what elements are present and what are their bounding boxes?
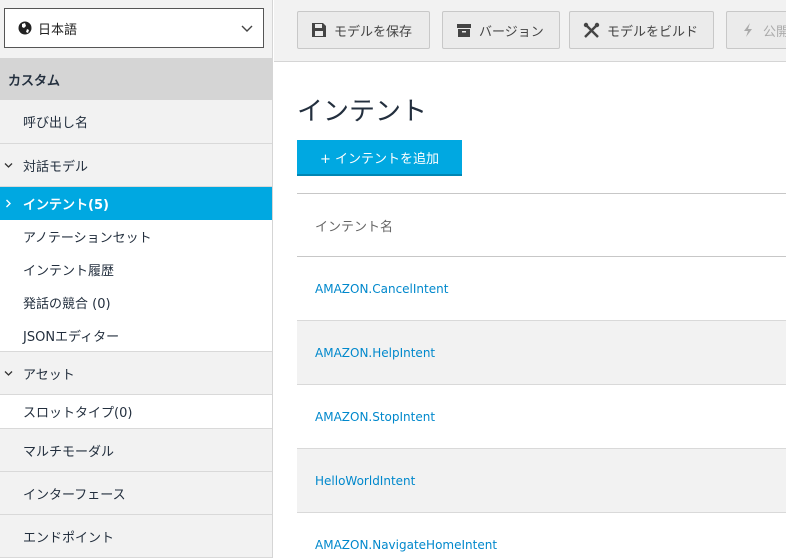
globe-icon — [17, 20, 33, 36]
intent-link[interactable]: AMAZON.StopIntent — [315, 410, 435, 424]
sidebar-item-endpoint[interactable]: エンドポイント — [0, 515, 272, 558]
app-root: 日本語 カスタム 呼び出し名 対話モデル インテント(5) アノテーションセット… — [0, 0, 786, 558]
language-select[interactable]: 日本語 — [4, 8, 264, 48]
add-intent-button[interactable]: + インテントを追加 — [297, 140, 462, 176]
chevron-down-icon — [4, 162, 13, 168]
sidebar-item-label: アセット — [23, 367, 75, 383]
versions-label: バージョン — [479, 24, 544, 40]
language-label: 日本語 — [38, 22, 78, 38]
sidebar-item-label: 対話モデル — [23, 159, 89, 175]
sidebar-item-intents[interactable]: インテント(5) — [0, 187, 272, 220]
chevron-right-icon — [6, 199, 11, 208]
chevron-down-icon — [4, 370, 13, 376]
sidebar-item-label: スロットタイプ(0) — [23, 406, 133, 421]
sidebar-header-custom[interactable]: カスタム — [0, 58, 272, 100]
sidebar-item-assets[interactable]: アセット — [0, 352, 272, 395]
sidebar-item-multimodal[interactable]: マルチモーダル — [0, 429, 272, 472]
sidebar-item-label: JSONエディター — [23, 329, 120, 345]
build-model-label: モデルをビルド — [607, 24, 699, 40]
page-title: インテント — [297, 97, 428, 127]
sidebar-item-label: マルチモーダル — [23, 444, 115, 460]
save-model-button[interactable]: モデルを保存 — [297, 11, 430, 49]
top-toolbar: モデルを保存 バージョン モデルをビルド 公開 — [274, 0, 786, 62]
lightning-icon — [744, 23, 752, 37]
sidebar-item-label: 呼び出し名 — [23, 116, 89, 131]
sidebar-item-intent-history[interactable]: インテント履歴 — [0, 253, 272, 286]
table-row: AMAZON.StopIntent — [297, 385, 786, 449]
table-row: AMAZON.CancelIntent — [297, 257, 786, 321]
sidebar-item-annotation-sets[interactable]: アノテーションセット — [0, 220, 272, 253]
sidebar-item-label: インテント(5) — [23, 198, 109, 213]
sidebar-item-label: アノテーションセット — [23, 231, 152, 246]
intent-link[interactable]: AMAZON.CancelIntent — [315, 282, 448, 296]
save-model-label: モデルを保存 — [334, 24, 413, 40]
publish-button[interactable]: 公開 — [726, 11, 786, 49]
intent-link[interactable]: AMAZON.HelpIntent — [315, 346, 435, 360]
table-row: HelloWorldIntent — [297, 449, 786, 513]
sidebar-item-label: エンドポイント — [23, 530, 115, 546]
build-model-button[interactable]: モデルをビルド — [569, 11, 714, 49]
intent-link[interactable]: HelloWorldIntent — [315, 474, 415, 488]
sidebar-item-slot-types[interactable]: スロットタイプ(0) — [0, 395, 272, 429]
save-icon — [312, 23, 326, 37]
publish-label: 公開 — [763, 24, 786, 40]
table-row: AMAZON.HelpIntent — [297, 321, 786, 385]
sidebar-item-utterance-conflicts[interactable]: 発話の競合 (0) — [0, 286, 272, 319]
sidebar-item-label: 発話の競合 (0) — [23, 297, 111, 312]
main-content: インテント + インテントを追加 インテント名 AMAZON.CancelInt… — [274, 62, 786, 558]
sidebar-item-interfaces[interactable]: インターフェース — [0, 472, 272, 515]
archive-icon — [457, 24, 471, 37]
chevron-down-icon — [240, 21, 254, 35]
table-header-intent-name: インテント名 — [297, 193, 786, 257]
language-bar: 日本語 — [0, 0, 272, 58]
intent-link[interactable]: AMAZON.NavigateHomeIntent — [315, 538, 497, 552]
sidebar: 日本語 カスタム 呼び出し名 対話モデル インテント(5) アノテーションセット… — [0, 0, 273, 558]
intents-table: インテント名 AMAZON.CancelIntent AMAZON.HelpIn… — [297, 193, 786, 558]
sidebar-item-json-editor[interactable]: JSONエディター — [0, 319, 272, 352]
sidebar-item-invocation[interactable]: 呼び出し名 — [0, 100, 272, 144]
table-row: AMAZON.NavigateHomeIntent — [297, 513, 786, 558]
versions-button[interactable]: バージョン — [442, 11, 560, 49]
tools-icon — [583, 22, 600, 38]
sidebar-item-label: インターフェース — [23, 487, 126, 503]
sidebar-item-label: インテント履歴 — [23, 264, 115, 279]
sidebar-item-interaction-model[interactable]: 対話モデル — [0, 144, 272, 187]
